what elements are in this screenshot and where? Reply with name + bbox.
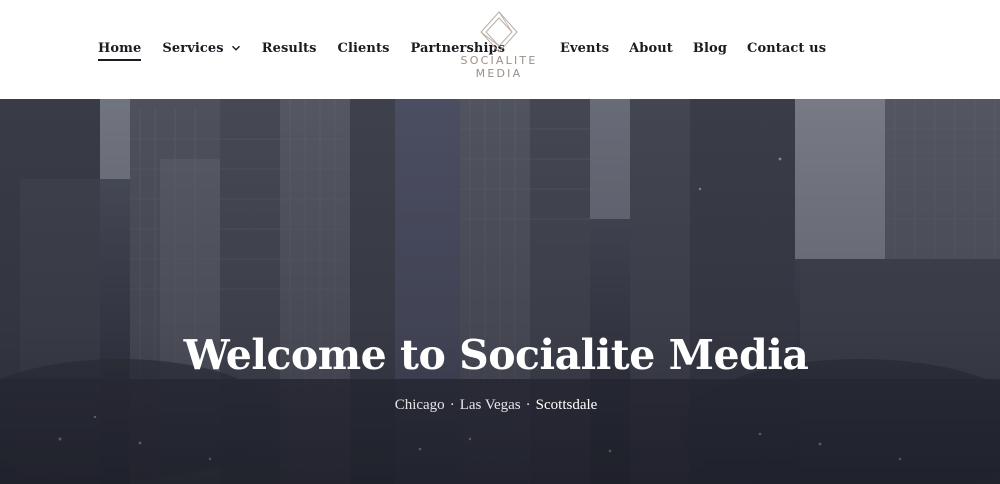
nav-clients[interactable]: Clients [338, 36, 390, 60]
location-chicago: Chicago [394, 397, 445, 413]
chevron-down-icon [231, 43, 241, 53]
nav-events[interactable]: Events [560, 36, 609, 60]
hero-locations: Chicago · Las Vegas · Scottsdale [0, 397, 992, 414]
primary-nav-right: Events About Blog Contact us [560, 36, 846, 60]
logo-text-line1: SOCIALITE [460, 54, 538, 67]
hero-overlay [0, 99, 1000, 484]
nav-results[interactable]: Results [262, 36, 317, 60]
site-header: Home Services Results Clients Partnershi… [0, 0, 1000, 99]
nav-about[interactable]: About [629, 36, 673, 60]
location-separator: · [449, 397, 455, 413]
location-scottsdale: Scottsdale [535, 397, 598, 413]
nav-contact-us[interactable]: Contact us [747, 36, 826, 60]
diamond-logo-icon [480, 11, 518, 53]
logo-text-line2: MEDIA [475, 67, 523, 80]
hero-section: Welcome to Socialite Media Chicago · Las V… [0, 99, 1000, 484]
hero-title: Welcome to Socialite Media [183, 331, 809, 379]
nav-blog[interactable]: Blog [693, 36, 727, 60]
nav-services[interactable]: Services [162, 36, 240, 60]
nav-services-label: Services [162, 40, 224, 56]
site-logo[interactable]: SOCIALITE MEDIA [452, 10, 546, 90]
nav-home[interactable]: Home [98, 36, 142, 61]
location-separator: · [525, 397, 531, 413]
location-las-vegas: Las Vegas [459, 397, 521, 413]
